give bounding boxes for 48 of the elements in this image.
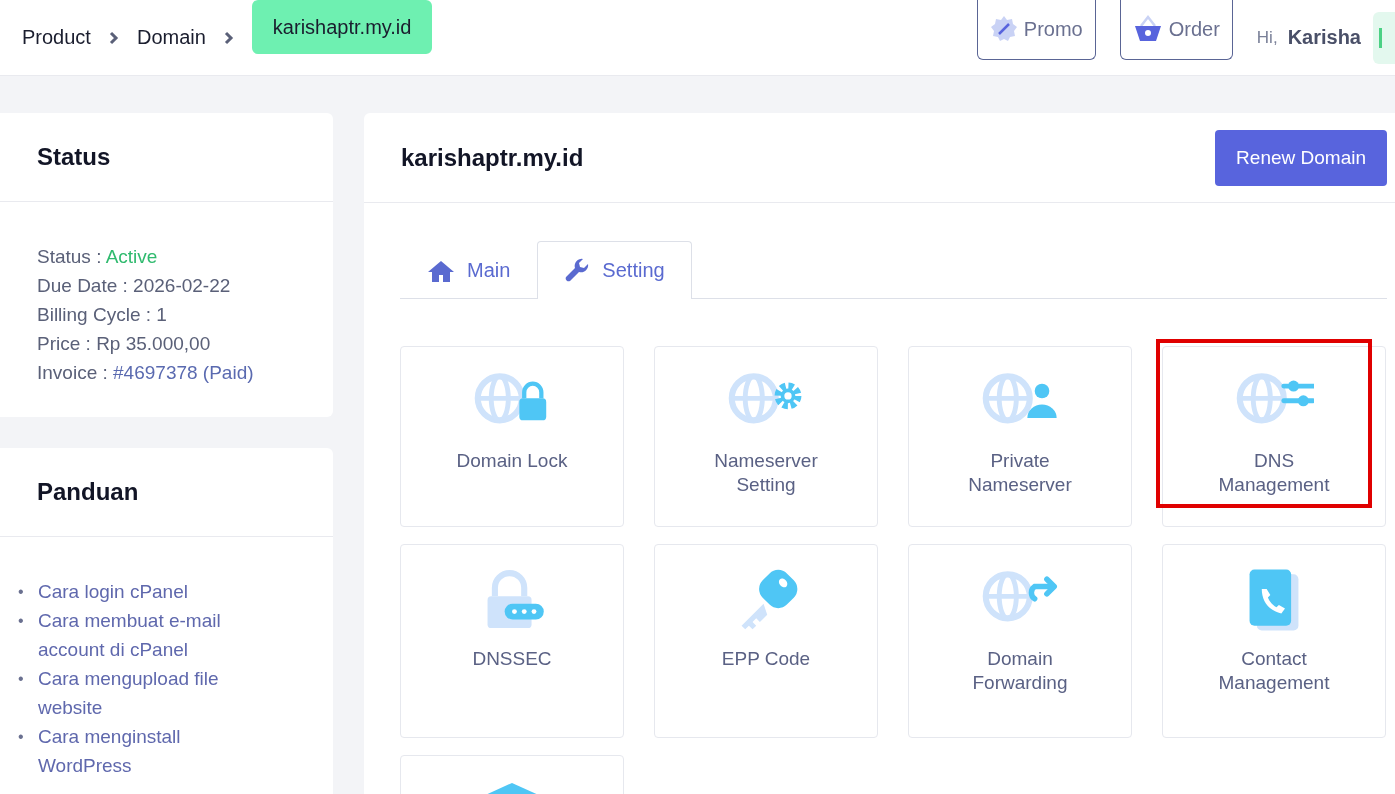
breadcrumb-item[interactable]: Product	[22, 14, 91, 61]
setting-tile[interactable]: EPP Code	[654, 544, 878, 738]
tile-label: Nameserver Setting	[713, 449, 819, 497]
setting-tile[interactable]: DNSSEC	[400, 544, 624, 738]
promo-button[interactable]: Promo	[976, 0, 1096, 60]
guide-link[interactable]: Cara login cPanel	[38, 577, 268, 606]
renew-button[interactable]: Renew Domain	[1215, 129, 1387, 186]
wrench-icon	[564, 257, 591, 284]
tile-label: Private Nameserver	[967, 449, 1073, 497]
tile-label: EPP Code	[720, 647, 812, 671]
status-field: Invoice : #4697378 (Paid)	[37, 358, 296, 387]
status-field: Price : Rp 35.000,00	[37, 329, 296, 358]
user-name[interactable]: Karisha	[1287, 26, 1361, 49]
greeting-text: Hi,	[1256, 27, 1278, 48]
bullet-mark: •	[18, 611, 25, 631]
setting-tile[interactable]: Contact Management	[1162, 544, 1386, 738]
basket-icon	[1132, 14, 1163, 44]
domain-title: karishaptr.my.id	[401, 143, 584, 172]
badge-icon	[989, 15, 1018, 43]
status-field: Status : Active	[37, 242, 296, 271]
setting-tile[interactable]: Domain Lock	[400, 346, 624, 527]
tile-label: Domain Lock	[455, 449, 569, 473]
chevron-icon	[108, 30, 119, 45]
bullet-mark: •	[18, 582, 25, 602]
guide-link[interactable]: Cara menginstall WordPress	[38, 722, 268, 780]
card-title: Panduan	[0, 448, 333, 537]
order-button[interactable]: Order	[1119, 0, 1233, 60]
bullet-mark: •	[18, 669, 25, 689]
tab[interactable]: Setting	[537, 241, 692, 299]
status-field: Billing Cycle : 1	[37, 300, 296, 329]
guide-link[interactable]: Cara membuat e-mail account di cPanel	[38, 606, 268, 664]
status-field: Due Date : 2026-02-22	[37, 271, 296, 300]
guide-link[interactable]: Cara mengupload file website	[38, 664, 268, 722]
tile-label: DNSSEC	[471, 647, 553, 671]
bullet-mark: •	[18, 727, 25, 747]
tile-label: DNS Management	[1217, 449, 1331, 497]
chevron-icon	[223, 30, 234, 45]
account-button[interactable]	[1373, 11, 1395, 64]
setting-tile[interactable]: Private Nameserver	[908, 346, 1132, 527]
breadcrumb-item[interactable]: karishaptr.my.id	[251, 0, 433, 54]
home-icon	[427, 258, 455, 283]
tab[interactable]: Main	[400, 241, 538, 299]
setting-tile[interactable]: Nameserver Setting	[654, 346, 878, 527]
card-title: Status	[0, 113, 333, 202]
breadcrumb-item[interactable]: Domain	[136, 14, 206, 61]
setting-tile[interactable]: Domain Forwarding	[908, 544, 1132, 738]
tile-label: Domain Forwarding	[971, 647, 1069, 695]
tile-label: Contact Management	[1217, 647, 1331, 695]
